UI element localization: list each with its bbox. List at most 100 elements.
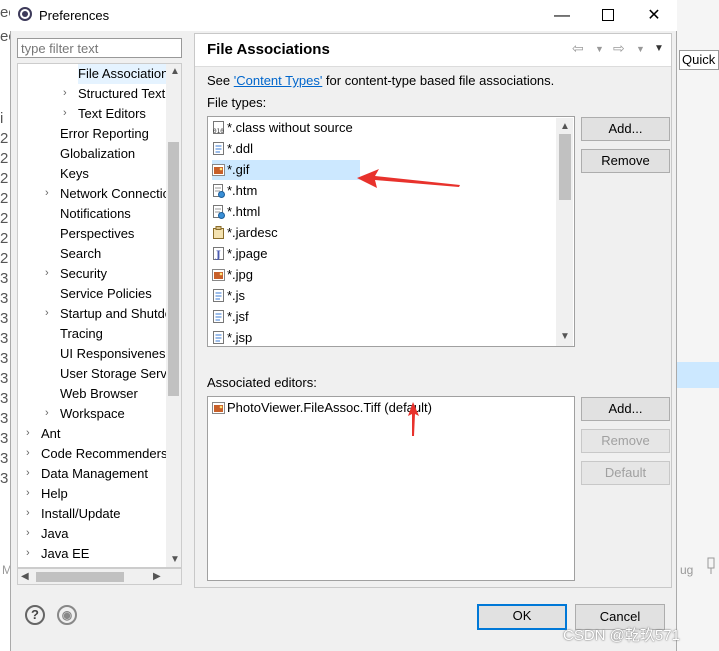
forward-arrow-icon[interactable]: ⇨ <box>613 40 625 57</box>
minimize-button[interactable]: — <box>539 0 585 31</box>
import-export-icon[interactable]: ◉ <box>57 605 77 625</box>
associated-editors-list[interactable] <box>207 396 575 581</box>
file-type-item[interactable]: *.jsp <box>212 328 552 348</box>
background-char: 3 <box>0 310 9 327</box>
tree-item[interactable]: Java EE <box>41 544 91 564</box>
file-types-scroll-down-icon[interactable]: ▼ <box>560 331 570 342</box>
back-arrow-icon[interactable]: ⇦ <box>572 40 584 57</box>
file-type-name: *.class without source <box>227 120 353 135</box>
background-char: 3 <box>0 270 9 287</box>
add-file-type-button[interactable]: Add... <box>581 117 670 141</box>
file-type-item[interactable]: *.gif <box>212 160 360 180</box>
tree-item[interactable]: Java <box>41 524 70 544</box>
tree-item[interactable]: Error Reporting <box>60 124 151 144</box>
tree-item[interactable]: Data Management <box>41 464 150 484</box>
file-type-name: *.htm <box>227 183 258 198</box>
tree-item[interactable]: Notifications <box>60 204 133 224</box>
tree-expand-icon[interactable]: › <box>26 487 30 499</box>
background-char: 2 <box>0 170 9 187</box>
tree-item[interactable]: Security <box>60 264 109 284</box>
doc-file-icon <box>212 289 225 303</box>
background-ide-right <box>677 0 719 651</box>
tree-expand-icon[interactable]: › <box>45 407 49 419</box>
background-char: 3 <box>0 450 9 467</box>
file-type-item[interactable]: *.jardesc <box>212 223 552 243</box>
file-type-name: *.gif <box>227 162 250 177</box>
quick-access-field[interactable]: Quick A <box>679 50 719 70</box>
tree-item[interactable]: Web Browser <box>60 384 140 404</box>
tree-expand-icon[interactable]: › <box>26 447 30 459</box>
maximize-button[interactable] <box>585 0 631 31</box>
editor-item[interactable]: PhotoViewer.FileAssoc.Tiff (default) <box>212 398 558 418</box>
tree-item[interactable]: Text Editors <box>78 104 148 124</box>
background-char: ecl <box>0 4 10 21</box>
remove-file-type-button[interactable]: Remove <box>581 149 670 173</box>
annotation-arrow-editor <box>408 402 419 436</box>
tree-item[interactable]: Startup and Shutdown <box>60 304 181 324</box>
file-type-item[interactable]: *.ddl <box>212 139 552 159</box>
remove-editor-button[interactable]: Remove <box>581 429 670 453</box>
tree-item[interactable]: Ant <box>41 424 63 444</box>
file-type-item[interactable]: *.js <box>212 286 552 306</box>
doc-file-icon <box>212 142 225 156</box>
tree-expand-icon[interactable]: › <box>26 527 30 539</box>
help-icon[interactable]: ? <box>25 605 45 625</box>
tree-item[interactable]: Workspace <box>60 404 127 424</box>
tree-item[interactable]: UI Responsiveness <box>60 344 174 364</box>
forward-dropdown-icon[interactable]: ▼ <box>636 44 645 54</box>
file-types-scroll-up-icon[interactable]: ▲ <box>560 121 570 132</box>
tree-expand-icon[interactable]: › <box>45 267 49 279</box>
tree-expand-icon[interactable]: › <box>26 547 30 559</box>
file-type-name: *.jsf <box>227 309 249 324</box>
tree-scroll-left-icon[interactable]: ◀ <box>21 571 29 582</box>
tree-item[interactable]: File Associations <box>78 64 177 84</box>
back-dropdown-icon[interactable]: ▼ <box>595 44 604 54</box>
tree-expand-icon[interactable]: › <box>45 187 49 199</box>
note-prefix: See <box>207 73 234 88</box>
tree-item[interactable]: Keys <box>60 164 91 184</box>
ok-button[interactable]: OK <box>477 604 567 630</box>
tree-hscroll-thumb[interactable] <box>36 572 124 582</box>
tree-item[interactable]: Code Recommenders <box>41 444 169 464</box>
content-types-link[interactable]: 'Content Types' <box>234 73 323 88</box>
file-type-item[interactable]: 010 *.class without source <box>212 118 552 138</box>
tree-item[interactable]: Install/Update <box>41 504 123 524</box>
tree-scroll-up-icon[interactable]: ▲ <box>170 66 180 77</box>
image-file-icon <box>212 268 225 282</box>
editor-name: PhotoViewer.FileAssoc.Tiff (default) <box>227 400 432 415</box>
file-type-item[interactable]: J *.jpage <box>212 244 552 264</box>
image-file-icon <box>212 401 225 415</box>
tree-expand-icon[interactable]: › <box>45 307 49 319</box>
tree-scroll-down-icon[interactable]: ▼ <box>170 554 180 565</box>
tree-expand-icon[interactable]: › <box>26 427 30 439</box>
tree-expand-icon[interactable]: › <box>26 467 30 479</box>
filter-input[interactable] <box>17 38 182 58</box>
add-editor-button[interactable]: Add... <box>581 397 670 421</box>
close-button[interactable]: ✕ <box>631 0 677 31</box>
file-type-name: *.html <box>227 204 261 219</box>
watermark: CSDN @乾玖571 <box>563 627 680 644</box>
tree-item[interactable]: Perspectives <box>60 224 136 244</box>
background-char: 3 <box>0 290 9 307</box>
tree-item[interactable]: Network Connections <box>60 184 181 204</box>
tree-expand-icon[interactable]: › <box>63 107 67 119</box>
tree-item[interactable]: Tracing <box>60 324 105 344</box>
tree-item[interactable]: Globalization <box>60 144 137 164</box>
web-file-icon <box>212 205 225 219</box>
file-type-item[interactable]: *.jsf <box>212 307 552 327</box>
tree-item[interactable]: Service Policies <box>60 284 154 304</box>
tree-item[interactable]: Help <box>41 484 70 504</box>
default-editor-button[interactable]: Default <box>581 461 670 485</box>
tree-expand-icon[interactable]: › <box>63 87 67 99</box>
file-type-item[interactable]: *.html <box>212 202 552 222</box>
tree-expand-icon[interactable]: › <box>26 507 30 519</box>
file-types-scroll-thumb[interactable] <box>559 134 571 200</box>
tree-item[interactable]: Search <box>60 244 103 264</box>
tree-scroll-right-icon[interactable]: ▶ <box>153 571 161 582</box>
view-menu-icon[interactable]: ▼ <box>654 43 664 54</box>
file-type-item[interactable]: *.jpg <box>212 265 552 285</box>
tree-scroll-thumb[interactable] <box>168 142 179 396</box>
page-title: File Associations <box>207 41 330 58</box>
tree-item[interactable]: User Storage Service <box>60 364 181 384</box>
background-char: 2 <box>0 210 9 227</box>
